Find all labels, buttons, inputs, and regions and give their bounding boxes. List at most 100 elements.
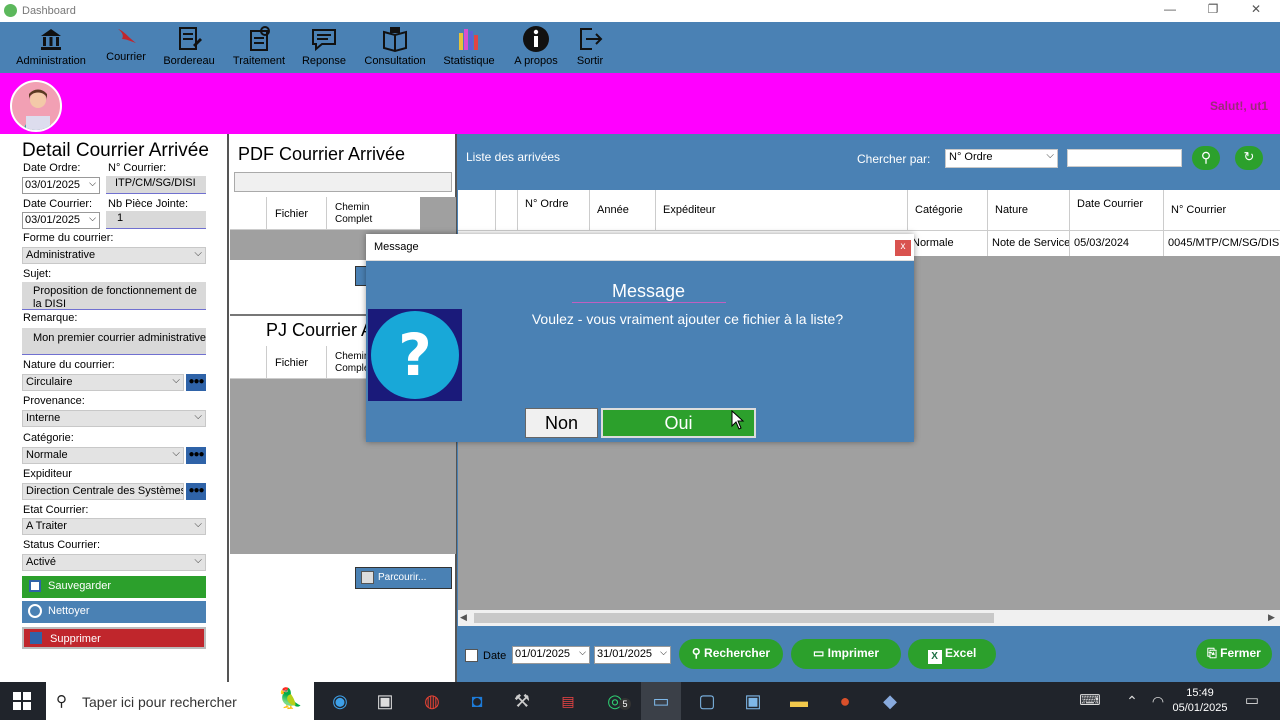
scroll-thumb[interactable] xyxy=(474,613,994,623)
no-button[interactable]: Non xyxy=(525,408,598,438)
svg-text:?: ? xyxy=(398,321,432,389)
date-filter-checkbox[interactable] xyxy=(465,649,478,662)
menu-label: A propos xyxy=(514,55,558,67)
dialog-close-button[interactable]: x xyxy=(895,240,911,256)
app-running-icon[interactable]: ▭ xyxy=(641,682,681,720)
col-num-ordre[interactable]: N° Ordre xyxy=(518,190,590,231)
notepad-icon[interactable]: ◆ xyxy=(870,682,910,720)
categorie-select[interactable]: Normale ⌵ xyxy=(22,447,184,464)
store-icon[interactable]: ▣ xyxy=(365,682,405,720)
date-from-field[interactable]: 01/01/2025 ⌵ xyxy=(512,646,590,664)
save-button[interactable]: Sauvegarder xyxy=(22,576,206,598)
print-button[interactable]: ▭ Imprimer xyxy=(791,639,901,669)
add-expediteur-button[interactable]: ●●● xyxy=(186,483,206,500)
col-nature[interactable]: Nature xyxy=(988,190,1070,231)
provenance-label: Provenance: xyxy=(23,395,85,407)
chrome-icon[interactable]: ◍ xyxy=(412,682,452,720)
keyboard-icon[interactable]: ⌨ xyxy=(1070,682,1110,720)
outlook-icon[interactable]: ◘ xyxy=(457,682,497,720)
menu-statistique[interactable]: Statistique xyxy=(440,25,498,71)
save-label: Sauvegarder xyxy=(48,580,111,592)
clean-button[interactable]: Nettoyer xyxy=(22,601,206,623)
excel-button[interactable]: X Excel xyxy=(908,639,996,669)
title-bar: Dashboard — ❐ ✕ xyxy=(0,0,1280,22)
exit-icon: ⎘ xyxy=(1207,646,1217,660)
downloader-icon[interactable]: ▤ xyxy=(548,682,588,720)
scroll-left-icon[interactable]: ◀ xyxy=(460,612,467,623)
scroll-right-icon[interactable]: ▶ xyxy=(1268,612,1275,623)
col-date-courrier[interactable]: Date Courrier xyxy=(1070,190,1164,231)
add-nature-button[interactable]: ●●● xyxy=(186,374,206,391)
window-icon[interactable]: ▢ xyxy=(687,682,727,720)
refresh-icon xyxy=(28,604,42,618)
provenance-select[interactable]: Interne ⌵ xyxy=(22,410,206,427)
remarque-field[interactable]: Mon premier courrier administrative xyxy=(22,328,206,355)
menu-label: Administration xyxy=(16,55,86,67)
date-courrier-field[interactable]: 03/01/2025 ⌵ xyxy=(22,212,100,229)
taskbar-search-box[interactable]: ⚲ Taper ici pour rechercher 🦜 xyxy=(46,682,314,720)
menu-courrier[interactable]: Courrier xyxy=(102,25,150,71)
avatar[interactable] xyxy=(10,80,62,132)
date-ordre-field[interactable]: 03/01/2025 ⌵ xyxy=(22,177,100,194)
forme-select[interactable]: Administrative ⌵ xyxy=(22,247,206,264)
pdf-path-field[interactable] xyxy=(234,172,452,192)
col-num-courrier[interactable]: N° Courrier xyxy=(1164,190,1280,231)
col-expediteur[interactable]: Expéditeur xyxy=(656,190,908,231)
nature-label: Nature du courrier: xyxy=(23,359,115,371)
dialog-title-bar: Message x xyxy=(366,234,914,261)
menu-a-propos[interactable]: A propos xyxy=(508,25,564,71)
etat-value: A Traiter xyxy=(26,520,67,532)
powerpoint-icon[interactable]: ● xyxy=(825,682,865,720)
search-input[interactable] xyxy=(1067,149,1182,167)
nb-pj-field[interactable]: 1 xyxy=(106,211,206,229)
minimize-button[interactable]: — xyxy=(1160,2,1180,20)
chevron-down-icon: ⌵ xyxy=(172,484,180,495)
menu-bordereau[interactable]: Bordereau xyxy=(160,25,218,71)
search-by-select[interactable]: N° Ordre ⌵ xyxy=(945,149,1058,168)
expediteur-select[interactable]: Direction Centrale des Systèmes ⌵ xyxy=(22,483,184,500)
tools-icon[interactable]: ⚒ xyxy=(502,682,542,720)
bird-icon xyxy=(118,29,136,43)
browse-button[interactable]: Parcourir... xyxy=(355,567,452,589)
excel-icon: X xyxy=(927,650,942,664)
menu-sortir[interactable]: Sortir xyxy=(570,25,610,71)
app-icon xyxy=(4,4,17,17)
close-window-button[interactable]: ✕ xyxy=(1246,2,1266,20)
windows-start-icon[interactable] xyxy=(2,682,42,720)
restore-button[interactable]: ❐ xyxy=(1203,2,1223,20)
refresh-icon[interactable]: ↻ xyxy=(1235,146,1263,170)
close-button[interactable]: ⎘ Fermer xyxy=(1196,639,1272,669)
search-icon[interactable]: ⚲ xyxy=(1192,146,1220,170)
menu-reponse[interactable]: Reponse xyxy=(298,25,350,71)
col-chemin: Chemin Complet xyxy=(335,351,366,374)
app-window-icon[interactable]: ▣ xyxy=(733,682,773,720)
status-select[interactable]: Activé ⌵ xyxy=(22,554,206,571)
file-explorer-icon[interactable]: ▬ xyxy=(779,682,819,720)
notifications-icon[interactable]: ▭ xyxy=(1232,682,1272,720)
horizontal-scrollbar[interactable]: ◀ ▶ xyxy=(458,610,1280,626)
dialog-heading: Message xyxy=(611,281,686,301)
sujet-field[interactable]: Proposition de fonctionnement de la DISI xyxy=(22,282,206,310)
menu-consultation[interactable]: Consultation xyxy=(360,25,430,71)
cell-nature: Note de Service xyxy=(988,231,1070,256)
num-courrier-field[interactable]: ITP/CM/SG/DISI xyxy=(106,176,206,194)
clock[interactable]: 15:49 05/01/2025 xyxy=(1168,686,1232,716)
menu-traitement[interactable]: Traitement xyxy=(228,25,290,71)
edge-icon[interactable]: ◉ xyxy=(320,682,360,720)
provenance-value: Interne xyxy=(26,412,61,424)
date-to-field[interactable]: 31/01/2025 ⌵ xyxy=(594,646,671,664)
menu-label: Statistique xyxy=(443,55,495,67)
add-categorie-button[interactable]: ●●● xyxy=(186,447,206,464)
delete-button[interactable]: Supprimer xyxy=(22,627,206,649)
col-categorie[interactable]: Catégorie xyxy=(908,190,988,231)
sujet-label: Sujet: xyxy=(23,268,52,280)
nature-select[interactable]: Circulaire ⌵ xyxy=(22,374,184,391)
menu-administration[interactable]: Administration xyxy=(12,25,90,71)
search-button[interactable]: ⚲ Rechercher xyxy=(679,639,783,669)
nb-pj-label: Nb Pièce Jointe: xyxy=(108,198,189,210)
etat-select[interactable]: A Traiter ⌵ xyxy=(22,518,206,535)
folder-icon xyxy=(361,571,374,584)
whatsapp-icon[interactable]: ◎ 5 xyxy=(595,682,635,720)
col-annee[interactable]: Année xyxy=(590,190,656,231)
chevron-down-icon: ⌵ xyxy=(89,178,96,188)
